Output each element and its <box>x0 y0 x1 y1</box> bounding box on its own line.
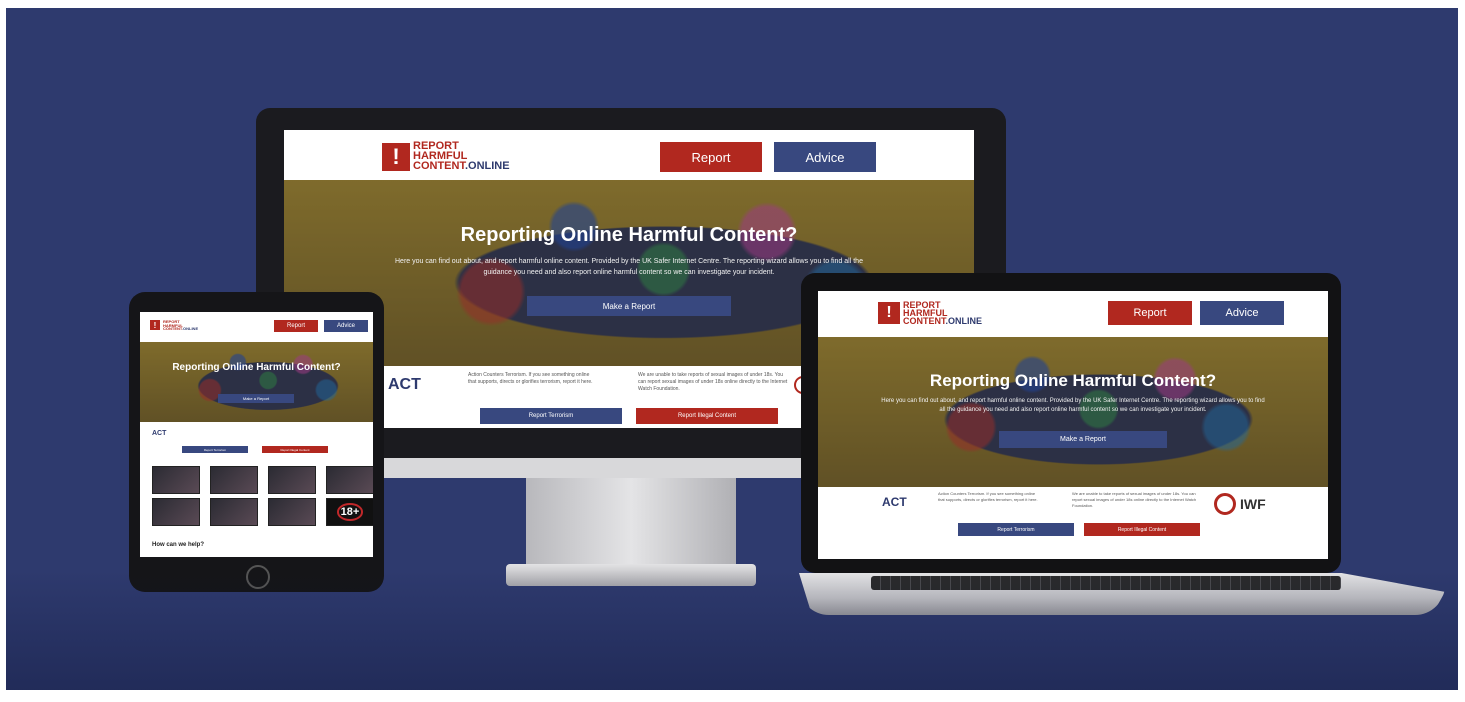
laptop-hero-banner: Reporting Online Harmful Content? Here y… <box>818 337 1328 487</box>
hero-text: Here you can find out about, and report … <box>395 258 863 276</box>
age-rating-badge: 18+ <box>336 503 364 521</box>
tablet-logo-line-3: CONTENT <box>163 326 182 332</box>
promo-background: ! REPORT HARMFUL CONTENT.ONLINE Report A… <box>6 8 1458 690</box>
laptop-logo-text: REPORT HARMFUL CONTENT.ONLINE <box>903 300 983 327</box>
laptop-screen: ! REPORT HARMFUL CONTENT.ONLINE Report A… <box>818 291 1328 559</box>
logo-text: REPORT HARMFUL CONTENT.ONLINE <box>413 141 510 172</box>
laptop-site-header: ! REPORT HARMFUL CONTENT.ONLINE Report A… <box>818 291 1328 337</box>
tablet-advice-nav-button[interactable]: Advice <box>324 320 368 332</box>
laptop-report-nav-button[interactable]: Report <box>1108 301 1192 325</box>
laptop-iwf-logo-text: IWF <box>1240 496 1266 512</box>
logo-suffix: .ONLINE <box>464 159 510 172</box>
laptop-logo-suffix: .ONLINE <box>945 316 983 327</box>
advice-nav-button[interactable]: Advice <box>774 142 876 172</box>
report-terrorism-button[interactable]: Report Terrorism <box>480 408 622 424</box>
laptop-iwf-text: We are unable to take reports of sexual … <box>1072 491 1197 508</box>
tablet-warning-icon: ! <box>150 320 160 331</box>
tablet-partners-section: ACT Report Terrorism Report Illegal Cont… <box>140 424 373 458</box>
laptop-partners-section: ACT Action Counters Terrorism. If you se… <box>818 487 1328 559</box>
logo-line-3: CONTENT <box>413 159 465 172</box>
help-heading: How can we help? <box>152 542 205 548</box>
tablet-act-logo: ACT <box>152 430 167 437</box>
laptop-iwf-logo: IWF <box>1214 493 1266 515</box>
tablet-report-terrorism-button[interactable]: Report Terrorism <box>182 446 248 453</box>
tablet-hero-title: Reporting Online Harmful Content? <box>172 362 341 373</box>
hero-title: Reporting Online Harmful Content? <box>460 224 798 246</box>
warning-icon: ! <box>382 142 410 171</box>
gallery-thumbnail[interactable] <box>326 466 373 494</box>
act-logo: ACT <box>388 376 421 393</box>
laptop-warning-icon: ! <box>878 302 900 325</box>
gallery-thumbnail[interactable] <box>152 498 200 526</box>
tablet-report-illegal-button[interactable]: Report Illegal Content <box>262 446 328 453</box>
make-report-button[interactable]: Make a Report <box>527 296 731 316</box>
monitor-stand-base <box>506 564 756 586</box>
tablet-screen: ! REPORT HARMFUL CONTENT.ONLINE Report A… <box>140 312 373 557</box>
laptop-report-terrorism-button[interactable]: Report Terrorism <box>958 523 1074 536</box>
laptop-hero-text: Here you can find out about, and report … <box>881 398 1265 413</box>
gallery-thumbnail[interactable] <box>210 466 258 494</box>
gallery-thumbnail[interactable] <box>210 498 258 526</box>
tablet-make-report-button[interactable]: Make a Report <box>218 394 294 403</box>
tablet-site-logo[interactable]: ! REPORT HARMFUL CONTENT.ONLINE <box>150 320 198 331</box>
laptop-hero-title: Reporting Online Harmful Content? <box>929 371 1217 390</box>
tablet-logo-text: REPORT HARMFUL CONTENT.ONLINE <box>163 320 198 331</box>
laptop-keyboard <box>871 576 1341 590</box>
laptop-act-text: Action Counters Terrorism. If you see so… <box>938 491 1038 502</box>
tablet-hero-overlay <box>140 342 373 422</box>
tablet-logo-suffix: .ONLINE <box>181 326 199 332</box>
age-rating-thumbnail[interactable]: 18+ <box>326 498 373 526</box>
tablet-hero-banner: Reporting Online Harmful Content? Make a… <box>140 342 373 422</box>
laptop-report-illegal-button[interactable]: Report Illegal Content <box>1084 523 1200 536</box>
tablet-report-nav-button[interactable]: Report <box>274 320 318 332</box>
laptop-advice-nav-button[interactable]: Advice <box>1200 301 1284 325</box>
report-illegal-content-button[interactable]: Report Illegal Content <box>636 408 778 424</box>
site-header: ! REPORT HARMFUL CONTENT.ONLINE Report A… <box>284 130 974 180</box>
laptop-site-logo[interactable]: ! REPORT HARMFUL CONTENT.ONLINE <box>878 300 983 327</box>
laptop-iwf-ring-icon <box>1214 493 1236 515</box>
gallery-thumbnail[interactable] <box>268 466 316 494</box>
laptop-logo-line-3: CONTENT <box>903 316 946 327</box>
tablet-site-header: ! REPORT HARMFUL CONTENT.ONLINE Report A… <box>140 312 373 340</box>
iwf-text: We are unable to take reports of sexual … <box>638 372 788 392</box>
laptop-act-logo: ACT <box>882 495 907 509</box>
laptop-make-report-button[interactable]: Make a Report <box>999 431 1167 448</box>
tablet-home-button[interactable] <box>246 565 270 589</box>
monitor-stand <box>526 478 736 568</box>
site-logo[interactable]: ! REPORT HARMFUL CONTENT.ONLINE <box>382 141 510 172</box>
gallery-thumbnail[interactable] <box>268 498 316 526</box>
gallery-thumbnail[interactable] <box>152 466 200 494</box>
report-nav-button[interactable]: Report <box>660 142 762 172</box>
act-text: Action Counters Terrorism. If you see so… <box>468 372 593 385</box>
